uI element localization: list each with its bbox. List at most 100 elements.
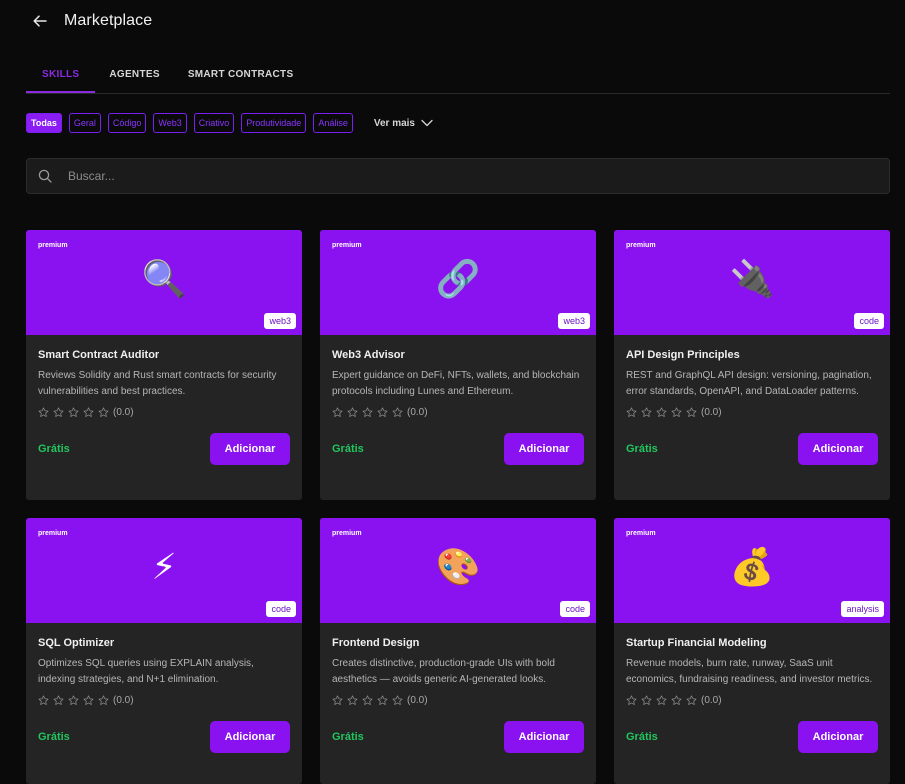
rating-value: (0.0) [113,406,134,418]
star-outline-icon [656,406,667,417]
card-title: API Design Principles [626,349,740,361]
rating: (0.0) [626,693,878,707]
card-body: Web3 Advisor Expert guidance on DeFi, NF… [320,335,596,465]
add-button[interactable]: Adicionar [210,433,290,465]
rating: (0.0) [332,693,584,707]
card-description: Reviews Solidity and Rust smart contract… [38,370,277,397]
card-banner: premium 🎨 code [320,518,596,623]
star-outline-icon [332,406,343,417]
card-body: Smart Contract Auditor Reviews Solidity … [26,335,302,465]
back-button[interactable] [27,10,53,32]
filter-chip-web3[interactable]: Web3 [153,113,187,133]
star-outline-icon [362,694,373,705]
star-outline-icon [671,694,682,705]
add-button[interactable]: Adicionar [504,721,584,753]
rating: (0.0) [332,405,584,419]
add-button[interactable]: Adicionar [210,721,290,753]
card-footer: Grátis Adicionar [332,433,584,465]
star-outline-icon [641,406,652,417]
star-rating [38,694,113,706]
card-footer: Grátis Adicionar [626,433,878,465]
premium-badge: premium [332,530,362,537]
skill-card-3[interactable]: premium 🔌 code API Design Principles RES… [614,230,890,500]
star-rating [332,406,407,418]
filter-chip-todas[interactable]: Todas [26,113,62,133]
category-tag: web3 [558,313,590,329]
card-body: API Design Principles REST and GraphQL A… [614,335,890,465]
star-outline-icon [671,406,682,417]
category-tag: web3 [264,313,296,329]
star-outline-icon [332,694,343,705]
price-label: Grátis [626,443,658,455]
rating: (0.0) [626,405,878,419]
star-outline-icon [656,694,667,705]
card-body: Startup Financial Modeling Revenue model… [614,623,890,753]
star-outline-icon [377,406,388,417]
star-outline-icon [83,694,94,705]
page-header: Marketplace [26,10,152,32]
premium-badge: premium [38,242,68,249]
card-title: Smart Contract Auditor [38,349,160,361]
star-outline-icon [98,694,109,705]
star-rating [626,406,701,418]
star-outline-icon [68,694,79,705]
star-outline-icon [53,406,64,417]
price-label: Grátis [38,731,70,743]
card-footer: Grátis Adicionar [626,721,878,753]
money-bag-icon: 💰 [729,547,775,588]
search-icon [38,169,52,183]
card-footer: Grátis Adicionar [38,433,290,465]
star-outline-icon [53,694,64,705]
card-footer: Grátis Adicionar [332,721,584,753]
card-description: Creates distinctive, production-grade UI… [332,658,555,685]
star-outline-icon [686,406,697,417]
star-outline-icon [68,406,79,417]
add-button[interactable]: Adicionar [504,433,584,465]
filter-chip-criativo[interactable]: Criativo [193,113,235,133]
add-button[interactable]: Adicionar [798,433,878,465]
skill-card-5[interactable]: premium 🎨 code Frontend Design Creates d… [320,518,596,784]
category-tag: code [854,313,884,329]
plug-icon: 🔌 [729,259,775,300]
rating-value: (0.0) [113,694,134,706]
skill-card-2[interactable]: premium 🔗 web3 Web3 Advisor Expert guida… [320,230,596,500]
price-label: Grátis [332,731,364,743]
card-banner: premium 🔗 web3 [320,230,596,335]
star-outline-icon [392,694,403,705]
rating-value: (0.0) [407,406,428,418]
rating: (0.0) [38,693,290,707]
lightning-icon: ⚡ [151,547,177,588]
skill-card-6[interactable]: premium 💰 analysis Startup Financial Mod… [614,518,890,784]
star-outline-icon [83,406,94,417]
star-rating [332,694,407,706]
search-input[interactable] [68,169,889,183]
tab-bar: SKILLS AGENTES SMART CONTRACTS [26,58,890,94]
tab-agentes[interactable]: AGENTES [95,58,173,93]
add-button[interactable]: Adicionar [798,721,878,753]
premium-badge: premium [332,242,362,249]
filter-chip-geral[interactable]: Geral [68,113,101,133]
skill-card-1[interactable]: premium 🔍 web3 Smart Contract Auditor Re… [26,230,302,500]
card-title: SQL Optimizer [38,637,115,649]
star-outline-icon [347,406,358,417]
price-label: Grátis [38,443,70,455]
card-body: SQL Optimizer Optimizes SQL queries usin… [26,623,302,753]
price-label: Grátis [332,443,364,455]
tab-smart-contracts[interactable]: SMART CONTRACTS [174,58,308,93]
filter-chip-analise[interactable]: Análise [313,113,353,133]
skill-card-4[interactable]: premium ⚡ code SQL Optimizer Optimizes S… [26,518,302,784]
filter-chip-codigo[interactable]: Código [107,113,147,133]
filter-chip-produtividade[interactable]: Produtividade [241,113,307,133]
card-description: Expert guidance on DeFi, NFTs, wallets, … [332,370,580,397]
star-rating [626,694,701,706]
premium-badge: premium [38,530,68,537]
see-more-dropdown[interactable]: Ver mais [374,118,433,129]
tab-skills[interactable]: SKILLS [26,58,96,93]
search-bar [26,158,890,194]
star-outline-icon [641,694,652,705]
star-outline-icon [347,694,358,705]
palette-icon: 🎨 [435,547,481,588]
card-description: Revenue models, burn rate, runway, SaaS … [626,658,873,685]
star-outline-icon [626,406,637,417]
card-title: Web3 Advisor [332,349,405,361]
